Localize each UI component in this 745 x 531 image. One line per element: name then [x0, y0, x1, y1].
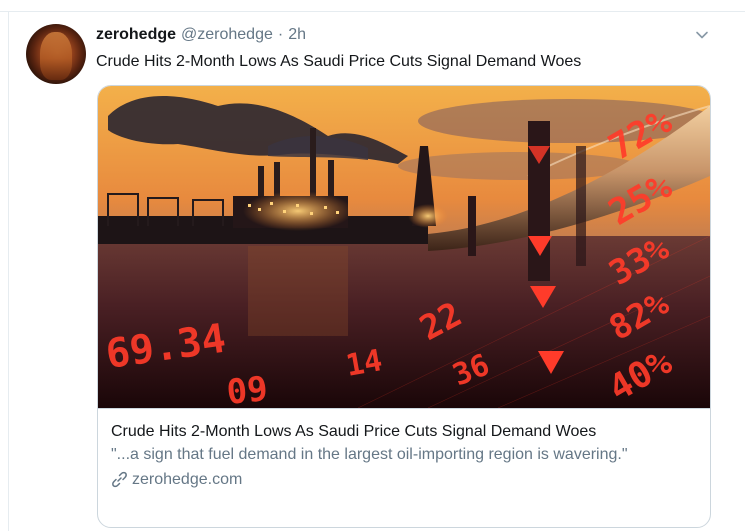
tweet-text: Crude Hits 2-Month Lows As Saudi Price C…: [96, 53, 582, 70]
card-image-illustration: 69.34 09 22 36 72% 25% 33% 82% 40% 14: [98, 86, 710, 408]
card-description: "...a sign that fuel demand in the large…: [111, 446, 628, 463]
tweet[interactable]: zerohedge @zerohedge · 2h Crude Hits 2-M…: [9, 12, 745, 531]
card-body[interactable]: Crude Hits 2-Month Lows As Saudi Price C…: [98, 408, 710, 527]
avatar[interactable]: [26, 24, 86, 84]
header-separator: ·: [277, 26, 284, 43]
timestamp[interactable]: 2h: [288, 26, 306, 44]
display-name[interactable]: zerohedge: [96, 26, 176, 44]
ticker-number: 09: [225, 369, 270, 408]
link-icon: [112, 471, 127, 488]
card-domain[interactable]: zerohedge.com: [111, 469, 697, 490]
ticker-number: 14: [343, 343, 385, 384]
card-title: Crude Hits 2-Month Lows As Saudi Price C…: [111, 423, 597, 440]
user-handle[interactable]: @zerohedge: [181, 26, 273, 44]
tweet-header: zerohedge @zerohedge · 2h: [96, 26, 306, 44]
avatar-figure: [40, 32, 72, 80]
chevron-down-icon[interactable]: [695, 28, 709, 42]
card-domain-text: zerohedge.com: [132, 471, 243, 488]
card-image[interactable]: 69.34 09 22 36 72% 25% 33% 82% 40% 14: [98, 86, 710, 408]
link-card[interactable]: 69.34 09 22 36 72% 25% 33% 82% 40% 14 Cr…: [97, 85, 711, 528]
